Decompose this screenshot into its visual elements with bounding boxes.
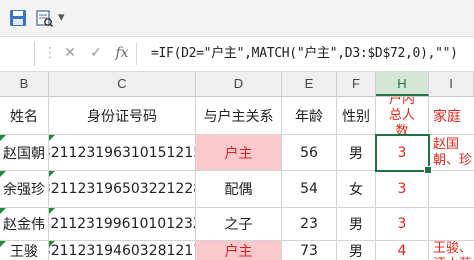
save-icon[interactable] [8,8,28,28]
cell-name[interactable]: 余强珍 [0,171,49,208]
more-options-icon[interactable]: ⋮ [43,43,57,63]
column-header-d[interactable]: D [196,72,282,96]
cell-id-text: 321123196503221228 [49,181,196,197]
fill-handle[interactable] [424,166,432,174]
print-preview-icon[interactable] [34,8,54,28]
insert-function-icon[interactable]: fx [114,43,130,63]
cell-age[interactable]: 73 [282,241,337,260]
cell-relation[interactable]: 配偶 [196,171,282,208]
formula-input[interactable]: =IF(D2="户主",MATCH("户主",D3:$D$72,0),"") [151,37,458,71]
column-header-f[interactable]: F [337,72,376,96]
column-header-e[interactable]: E [282,72,337,96]
column-header-i[interactable]: I [429,72,474,96]
confirm-icon[interactable]: ✓ [88,43,104,63]
column-headers: B C D E F H I [0,72,474,97]
column-header-c[interactable]: C [49,72,196,96]
header-cell-name[interactable]: 姓名 [0,97,49,135]
cell-name[interactable]: 王骏 [0,241,49,260]
cell-id-text: 321123194603281217 [49,242,196,259]
header-cell-gender[interactable]: 性别 [337,97,376,135]
name-box[interactable] [0,41,35,66]
column-header-h[interactable]: H [376,72,429,96]
cell-age[interactable]: 23 [282,208,337,241]
cell-name-text: 赵金伟 [3,217,45,233]
cancel-icon[interactable]: ✕ [62,43,78,63]
error-indicator-icon [0,208,6,214]
cell-id[interactable]: 321123194603281217 [49,241,196,260]
header-cell-id[interactable]: 身份证号码 [49,97,196,135]
error-indicator-icon [49,208,55,214]
cell-name-text: 赵国朝 [3,145,45,162]
error-indicator-icon [49,171,55,177]
cell-family[interactable]: 赵国朝、珍 [429,135,474,171]
cell-id[interactable]: 32112319961010123X [49,208,196,241]
cell-relation[interactable]: 户主 [196,135,282,171]
cell-family[interactable] [429,171,474,208]
cell-members[interactable]: 3 [376,208,429,241]
customize-toolbar-chevron-icon[interactable]: ▾ [58,9,65,27]
cell-id[interactable]: 321123196503221228 [49,171,196,208]
cell-name-text: 王骏 [10,243,38,260]
cell-name-text: 余强珍 [3,182,45,198]
error-indicator-icon [0,135,6,141]
cell-gender[interactable]: 女 [337,171,376,208]
cell-gender[interactable]: 男 [337,241,376,260]
formula-bar: ⋮ ✕ ✓ fx =IF(D2="户主",MATCH("户主",D3:$D$72… [0,37,474,72]
cell-name[interactable]: 赵国朝 [0,135,49,171]
cell-id-text: 32112319961010123X [49,216,196,232]
header-cell-relation[interactable]: 与户主关系 [196,97,282,135]
cell-name[interactable]: 赵金伟 [0,208,49,241]
cell-id[interactable]: 321123196310151215 [49,135,196,171]
cell-id-text: 321123196310151215 [49,144,196,161]
cell-relation[interactable]: 之子 [196,208,282,241]
formula-bar-divider [136,43,137,65]
cell-family[interactable]: 王骏、汗水莲 [429,241,474,260]
cell-age[interactable]: 54 [282,171,337,208]
quick-access-toolbar: ▾ [0,0,474,37]
cell-relation[interactable]: 户主 [196,241,282,260]
header-cell-members[interactable]: 户内总人数 [376,97,429,135]
cell-gender[interactable]: 男 [337,135,376,171]
cell-members[interactable]: 3 [376,171,429,208]
cell-family[interactable] [429,208,474,241]
column-header-b[interactable]: B [0,72,49,96]
error-indicator-icon [49,241,55,247]
error-indicator-icon [49,135,55,141]
cell-gender[interactable]: 男 [337,208,376,241]
header-cell-age[interactable]: 年龄 [282,97,337,135]
cell-members[interactable]: 4 [376,241,429,260]
cell-age[interactable]: 56 [282,135,337,171]
header-cell-family[interactable]: 家庭 [429,97,474,135]
active-cell-selection[interactable] [375,134,432,174]
error-indicator-icon [0,171,6,177]
error-indicator-icon [0,241,6,247]
